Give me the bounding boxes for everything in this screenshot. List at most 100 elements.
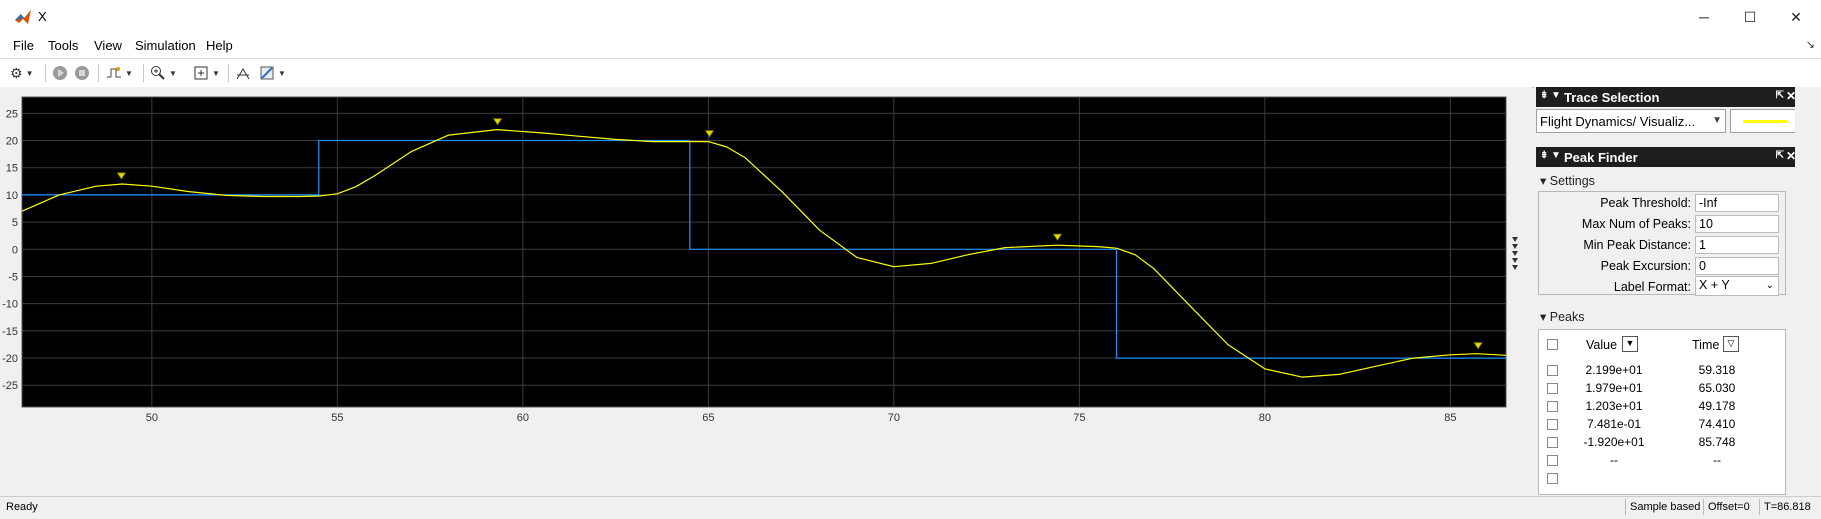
table-row[interactable]: 1.203e+01 49.178 xyxy=(1539,397,1785,415)
sample-mode-status: Sample based xyxy=(1625,499,1704,515)
trace-color-swatch[interactable] xyxy=(1730,109,1798,133)
title-bar: X ─ ☐ ✕ xyxy=(0,0,1821,34)
peak-excursion-input[interactable]: 0 xyxy=(1695,257,1779,275)
toolbar-divider xyxy=(45,64,46,82)
pin-icon[interactable]: ⇟ xyxy=(1540,90,1548,101)
plot-background xyxy=(21,96,1507,408)
collapse-triangle-icon[interactable]: ▼ xyxy=(1551,90,1561,101)
label-format-label: Label Format: xyxy=(1613,280,1691,294)
settings-label: Settings xyxy=(1549,174,1595,188)
peak-threshold-input[interactable]: -Inf xyxy=(1695,194,1779,212)
row-checkbox[interactable] xyxy=(1547,473,1558,484)
trace-select-dropdown[interactable]: Flight Dynamics/ Visualiz... ▼ xyxy=(1536,109,1726,133)
menu-bar: File Tools View Simulation Help ↘ xyxy=(0,34,1821,58)
x-tick-label: 65 xyxy=(702,412,714,424)
x-tick-label: 60 xyxy=(517,412,529,424)
label-format-value: X + Y xyxy=(1699,278,1730,292)
panel-collapse-icon xyxy=(1512,265,1518,270)
run-icon[interactable] xyxy=(52,64,68,82)
peak-threshold-label: Peak Threshold: xyxy=(1600,196,1691,210)
peak-excursion-row: Peak Excursion: 0 xyxy=(1539,257,1785,275)
menu-tools[interactable]: Tools xyxy=(48,38,78,53)
y-tick-label: 5 xyxy=(12,217,18,229)
status-text: Ready xyxy=(6,501,38,513)
settings-box: Peak Threshold: -Inf Max Num of Peaks: 1… xyxy=(1538,191,1786,296)
min-peak-distance-input[interactable]: 1 xyxy=(1695,236,1779,254)
measure-icon[interactable] xyxy=(235,64,251,82)
table-row[interactable]: -- -- xyxy=(1539,451,1785,469)
min-peak-distance-label: Min Peak Distance: xyxy=(1583,238,1691,252)
style-icon[interactable]: ▼ xyxy=(259,64,286,82)
toolbar: ⚙ ▼ ▼ ▼ ▼ ▼ xyxy=(0,58,1821,88)
trace-selection-titlebar: ⇟ ▼ Trace Selection ⇱ ✕ xyxy=(1536,87,1800,107)
undock-icon[interactable]: ⇱ xyxy=(1776,150,1784,161)
row-checkbox[interactable] xyxy=(1547,419,1558,430)
fit-icon[interactable]: ▼ xyxy=(193,64,220,82)
matlab-logo-icon xyxy=(15,10,31,24)
toolbar-divider xyxy=(228,64,229,82)
menu-view[interactable]: View xyxy=(94,38,122,53)
trigger-icon[interactable]: ▼ xyxy=(106,64,133,82)
minimize-button[interactable]: ─ xyxy=(1681,0,1727,34)
peak-value: 2.199e+01 xyxy=(1585,363,1643,377)
stop-icon[interactable] xyxy=(74,64,90,82)
table-row[interactable] xyxy=(1539,469,1785,487)
undock-icon[interactable]: ⇱ xyxy=(1776,90,1784,101)
menu-file[interactable]: File xyxy=(13,38,34,53)
peak-value: 7.481e-01 xyxy=(1586,417,1642,431)
table-row[interactable]: 1.979e+01 65.030 xyxy=(1539,379,1785,397)
status-bar: Ready Sample based Offset=0 T=86.818 xyxy=(0,496,1821,519)
panel-collapse-icon xyxy=(1512,237,1518,242)
y-tick-label: 10 xyxy=(6,190,18,202)
scope-chart[interactable]: 50 55 60 65 70 75 80 852520151050-5-10-15-20-25 xyxy=(0,73,1532,495)
y-tick-label: 15 xyxy=(6,163,18,175)
value-column-header[interactable]: Value xyxy=(1586,338,1617,352)
scope-plot-area: 50 55 60 65 70 75 80 85 25 20 15 10 5 0 -5 -10 -15 -20 -25 xyxy=(0,73,1532,495)
row-checkbox[interactable] xyxy=(1547,401,1558,412)
gear-icon[interactable]: ⚙ ▼ xyxy=(10,64,33,82)
y-tick-label: 25 xyxy=(6,108,18,120)
peak-value: 1.203e+01 xyxy=(1585,399,1643,413)
toolbar-divider xyxy=(98,64,99,82)
y-tick-label: -20 xyxy=(2,353,18,365)
settings-section-header[interactable]: ▾ Settings xyxy=(1540,173,1595,188)
x-tick-label: 55 xyxy=(331,412,343,424)
max-num-peaks-label: Max Num of Peaks: xyxy=(1581,217,1691,231)
peaks-section-header[interactable]: ▾ Peaks xyxy=(1540,309,1585,324)
maximize-button[interactable]: ☐ xyxy=(1727,0,1773,34)
peak-time: 49.178 xyxy=(1698,399,1736,413)
row-checkbox[interactable] xyxy=(1547,455,1558,466)
peak-time: 74.410 xyxy=(1698,417,1736,431)
panel-collapse-icon xyxy=(1512,258,1518,263)
zoom-icon[interactable]: ▼ xyxy=(150,64,177,82)
table-row[interactable]: 7.481e-01 74.410 xyxy=(1539,415,1785,433)
table-row[interactable]: -1.920e+01 85.748 xyxy=(1539,433,1785,451)
menu-simulation[interactable]: Simulation xyxy=(135,38,196,53)
row-checkbox[interactable] xyxy=(1547,365,1558,376)
max-num-peaks-input[interactable]: 10 xyxy=(1695,215,1779,233)
panel-collapse-icon xyxy=(1512,244,1518,249)
sort-down-icon[interactable]: ▼ xyxy=(1622,336,1638,352)
y-tick-label: -15 xyxy=(2,326,18,338)
dock-arrow-icon[interactable]: ↘ xyxy=(1806,38,1815,51)
sort-down-icon[interactable]: ▽ xyxy=(1723,336,1739,352)
collapse-triangle-icon[interactable]: ▼ xyxy=(1551,150,1561,161)
y-tick-label: -25 xyxy=(2,380,18,392)
row-checkbox[interactable] xyxy=(1547,383,1558,394)
label-format-select[interactable]: X + Y ⌄ xyxy=(1695,276,1779,296)
expand-triangle-icon: ▾ xyxy=(1540,174,1547,188)
peak-value: -1.920e+01 xyxy=(1583,435,1645,449)
select-all-checkbox[interactable] xyxy=(1547,339,1558,350)
time-column-header[interactable]: Time xyxy=(1692,338,1719,352)
trace-color-line xyxy=(1743,120,1787,123)
close-button[interactable]: ✕ xyxy=(1773,0,1819,34)
trace-selection-title: Trace Selection xyxy=(1564,90,1660,105)
table-row[interactable]: 2.199e+01 59.318 xyxy=(1539,361,1785,379)
row-checkbox[interactable] xyxy=(1547,437,1558,448)
y-tick-label: 20 xyxy=(6,136,18,148)
menu-help[interactable]: Help xyxy=(206,38,233,53)
x-tick-label: 50 xyxy=(146,412,158,424)
time-status: T=86.818 xyxy=(1759,499,1815,515)
pin-icon[interactable]: ⇟ xyxy=(1540,150,1548,161)
panel-collapse-icon xyxy=(1512,251,1518,256)
